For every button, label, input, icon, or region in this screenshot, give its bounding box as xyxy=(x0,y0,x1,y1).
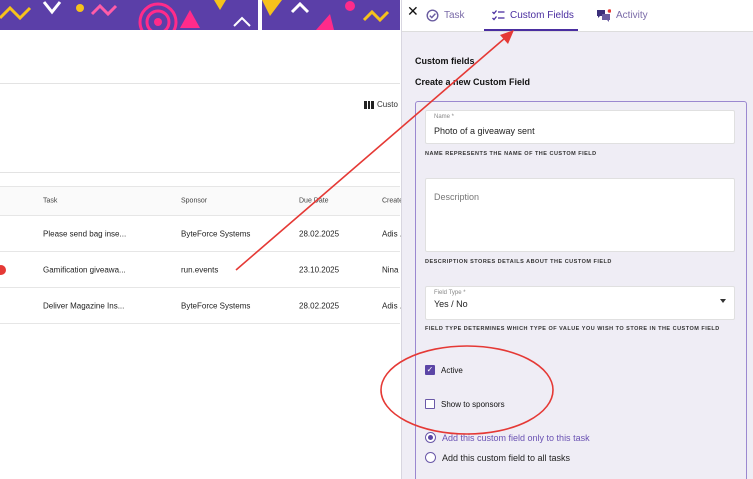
description-placeholder: Description xyxy=(434,192,480,202)
checkbox-unchecked-icon xyxy=(425,399,435,409)
tasks-table: Task Sponsor Due Date Create Please send… xyxy=(0,186,403,324)
check-circle-icon xyxy=(426,9,439,22)
tab-activity[interactable]: Activity xyxy=(596,9,648,22)
field-type-label: Field Type * xyxy=(434,290,466,296)
banner-pattern xyxy=(0,0,390,30)
active-checkbox-label: Active xyxy=(441,365,463,375)
row-sponsor: ByteForce Systems xyxy=(181,301,251,310)
column-header-due-date[interactable]: Due Date xyxy=(299,198,329,205)
close-icon[interactable]: ✕ xyxy=(407,4,419,18)
tab-activity-label: Activity xyxy=(616,10,648,21)
field-type-value: Yes / No xyxy=(434,299,468,309)
description-field[interactable]: Description xyxy=(425,178,735,252)
field-type-select[interactable]: Field Type * Yes / No xyxy=(425,286,735,320)
active-checkbox[interactable]: ✓ Active xyxy=(425,365,463,375)
table-row[interactable]: Please send bag inse... ByteForce System… xyxy=(0,216,403,252)
row-task: Gamification giveawa... xyxy=(43,265,126,274)
divider xyxy=(0,83,400,84)
row-due-date: 23.10.2025 xyxy=(299,265,340,274)
description-helper-text: Description stores details about the cus… xyxy=(425,259,612,265)
row-sponsor: run.events xyxy=(181,265,219,274)
checkbox-checked-icon: ✓ xyxy=(425,365,435,375)
row-created-by: Adis . xyxy=(382,301,403,310)
field-type-helper-text: Field type determines which type of valu… xyxy=(425,326,720,332)
name-field-label: Name * xyxy=(434,114,455,120)
radio-unselected-icon xyxy=(425,452,436,463)
tab-task-label: Task xyxy=(444,10,465,21)
table-header: Task Sponsor Due Date Create xyxy=(0,186,403,216)
table-row[interactable]: Deliver Magazine Ins... ByteForce System… xyxy=(0,288,403,324)
row-task: Please send bag inse... xyxy=(43,229,127,238)
columns-icon xyxy=(364,100,375,109)
row-due-date: 28.02.2025 xyxy=(299,229,340,238)
row-created-by: Adis . xyxy=(382,229,403,238)
radio-all-tasks[interactable]: Add this custom field to all tasks xyxy=(425,452,570,463)
column-header-sponsor[interactable]: Sponsor xyxy=(181,198,207,205)
task-side-panel: Task Custom Fields Activity ✕ Custom fie… xyxy=(401,0,753,479)
show-to-sponsors-label: Show to sponsors xyxy=(441,399,505,409)
tab-custom-fields[interactable]: Custom Fields xyxy=(492,9,574,22)
header-banner xyxy=(0,0,400,30)
chevron-down-icon xyxy=(720,299,726,303)
name-helper-text: Name represents the name of the custom f… xyxy=(425,151,597,157)
tab-task[interactable]: Task xyxy=(426,9,465,22)
columns-button-label: Custo xyxy=(377,100,398,109)
subsection-title: Create a new Custom Field xyxy=(415,77,531,87)
show-to-sponsors-checkbox[interactable]: Show to sponsors xyxy=(425,399,505,409)
divider xyxy=(0,172,400,173)
columns-button[interactable]: Custo xyxy=(364,100,398,109)
custom-field-form: Name * Photo of a giveaway sent Name rep… xyxy=(415,101,747,479)
radio-this-task-only[interactable]: Add this custom field only to this task xyxy=(425,432,590,443)
active-tab-indicator xyxy=(484,29,578,31)
radio-all-tasks-label: Add this custom field to all tasks xyxy=(442,452,571,463)
checklist-icon xyxy=(492,10,505,21)
section-title: Custom fields xyxy=(415,56,475,66)
name-field-value: Photo of a giveaway sent xyxy=(434,126,535,136)
status-dot-icon xyxy=(0,264,6,275)
chat-bubbles-icon xyxy=(597,9,611,22)
row-due-date: 28.02.2025 xyxy=(299,301,340,310)
column-header-created[interactable]: Create xyxy=(382,198,403,205)
column-header-task[interactable]: Task xyxy=(43,198,57,205)
row-created-by: Nina xyxy=(382,265,399,274)
panel-tabs: Task Custom Fields Activity xyxy=(402,0,753,32)
row-task: Deliver Magazine Ins... xyxy=(43,301,125,310)
name-field[interactable]: Name * Photo of a giveaway sent xyxy=(425,110,735,144)
radio-selected-icon xyxy=(425,432,436,443)
radio-this-task-only-label: Add this custom field only to this task xyxy=(442,432,590,443)
table-row[interactable]: Gamification giveawa... run.events 23.10… xyxy=(0,252,400,288)
row-sponsor: ByteForce Systems xyxy=(181,229,251,238)
tab-custom-fields-label: Custom Fields xyxy=(510,10,574,21)
